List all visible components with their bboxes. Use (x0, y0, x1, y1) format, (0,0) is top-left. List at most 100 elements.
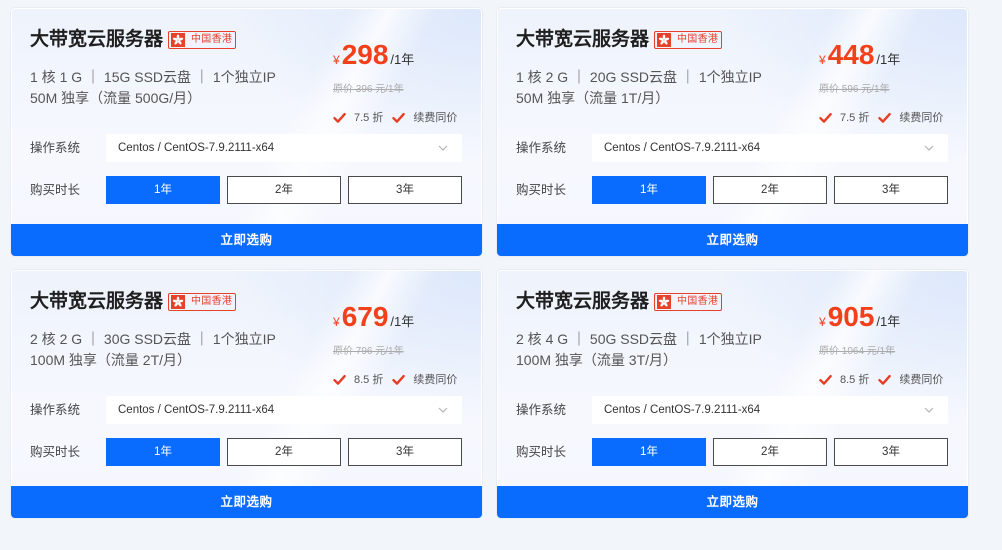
duration-option-2-years[interactable]: 2年 (713, 438, 827, 466)
price-block: ¥ 298 /1年 (333, 39, 414, 71)
duration-option-3-years[interactable]: 3年 (348, 176, 462, 204)
region-label: 中国香港 (191, 296, 233, 307)
duration-option-1-year[interactable]: 1年 (106, 176, 220, 204)
duration-option-1-year[interactable]: 1年 (106, 438, 220, 466)
spec-config: 2 核 4 G ｜ 50G SSD云盘 ｜ 1个独立IP (516, 331, 762, 347)
duration-label: 购买时长 (30, 183, 81, 197)
discount-label: 8.5 折 (840, 374, 870, 386)
check-icon (819, 112, 832, 124)
price-block: ¥ 905 /1年 (819, 301, 900, 333)
chevron-down-icon (924, 145, 934, 151)
chevron-down-icon (438, 145, 448, 151)
price-block: ¥ 448 /1年 (819, 39, 900, 71)
feature-list: 8.5 折 续费同价 (819, 373, 952, 387)
original-price: 原价 796 元/1年 (333, 346, 404, 357)
price-period: /1年 (876, 52, 901, 67)
spec-config: 1 核 2 G ｜ 20G SSD云盘 ｜ 1个独立IP (516, 69, 762, 85)
os-select[interactable]: Centos / CentOS-7.9.2111-x64 (592, 134, 948, 162)
spec-bandwidth: 50M 独享（流量 500G/月） (30, 90, 202, 106)
currency-symbol: ¥ (333, 315, 340, 329)
os-select-value: Centos / CentOS-7.9.2111-x64 (604, 142, 761, 154)
os-label: 操作系统 (30, 141, 81, 155)
currency-symbol: ¥ (819, 53, 826, 67)
region-label: 中国香港 (677, 296, 719, 307)
duration-option-1-year[interactable]: 1年 (592, 176, 706, 204)
duration-option-3-years[interactable]: 3年 (348, 438, 462, 466)
duration-option-1-year[interactable]: 1年 (592, 438, 706, 466)
os-label: 操作系统 (30, 403, 81, 417)
original-price: 原价 596 元/1年 (819, 84, 890, 95)
duration-option-3-years[interactable]: 3年 (834, 176, 948, 204)
renewal-label: 续费同价 (413, 112, 458, 124)
check-icon (878, 374, 892, 386)
plan-title: 大带宽云服务器 (30, 29, 164, 50)
price-period: /1年 (390, 52, 415, 67)
chevron-down-icon (438, 407, 448, 413)
renewal-label: 续费同价 (899, 374, 944, 386)
region-badge: 中国香港 (654, 31, 722, 49)
discount-label: 7.5 折 (840, 112, 870, 124)
region-badge: 中国香港 (168, 31, 236, 49)
price-period: /1年 (876, 314, 901, 329)
os-select-value: Centos / CentOS-7.9.2111-x64 (604, 404, 761, 416)
price-value: 298 (341, 39, 389, 70)
region-label: 中国香港 (677, 34, 719, 45)
hong-kong-flag-icon (657, 295, 671, 309)
region-badge: 中国香港 (168, 293, 236, 311)
duration-label: 购买时长 (30, 445, 81, 459)
check-icon (392, 374, 406, 386)
check-icon (819, 374, 832, 386)
feature-list: 7.5 折 续费同价 (819, 111, 952, 125)
renewal-label: 续费同价 (413, 374, 458, 386)
hong-kong-flag-icon (171, 295, 185, 309)
duration-option-2-years[interactable]: 2年 (227, 176, 341, 204)
spec-config: 2 核 2 G ｜ 30G SSD云盘 ｜ 1个独立IP (30, 331, 276, 347)
buy-now-button[interactable]: 立即选购 (497, 486, 968, 518)
check-icon (333, 374, 346, 386)
duration-option-2-years[interactable]: 2年 (227, 438, 341, 466)
discount-label: 8.5 折 (354, 374, 384, 386)
os-select[interactable]: Centos / CentOS-7.9.2111-x64 (592, 396, 948, 424)
plan-card: 大带宽云服务器 中国香港 2 核 2 G ｜ 30G SSD云盘 ｜ 1个独立I… (11, 270, 482, 518)
currency-symbol: ¥ (333, 53, 340, 67)
os-select-value: Centos / CentOS-7.9.2111-x64 (118, 142, 275, 154)
duration-label: 购买时长 (516, 183, 567, 197)
plan-card: 大带宽云服务器 中国香港 2 核 4 G ｜ 50G SSD云盘 ｜ 1个独立I… (497, 270, 968, 518)
buy-now-button[interactable]: 立即选购 (11, 224, 482, 256)
os-label: 操作系统 (516, 141, 567, 155)
buy-now-button[interactable]: 立即选购 (11, 486, 482, 518)
discount-label: 7.5 折 (354, 112, 384, 124)
original-price: 原价 1064 元/1年 (819, 346, 896, 357)
plan-title: 大带宽云服务器 (516, 29, 650, 50)
spec-config: 1 核 1 G ｜ 15G SSD云盘 ｜ 1个独立IP (30, 69, 276, 85)
hong-kong-flag-icon (657, 33, 671, 47)
price-block: ¥ 679 /1年 (333, 301, 414, 333)
plan-card: 大带宽云服务器 中国香港 1 核 1 G ｜ 15G SSD云盘 ｜ 1个独立I… (11, 8, 482, 256)
spec-bandwidth: 100M 独享（流量 3T/月） (516, 352, 678, 368)
duration-option-2-years[interactable]: 2年 (713, 176, 827, 204)
plan-card: 大带宽云服务器 中国香港 1 核 2 G ｜ 20G SSD云盘 ｜ 1个独立I… (497, 8, 968, 256)
price-value: 448 (827, 39, 875, 70)
price-value: 679 (341, 301, 389, 332)
hong-kong-flag-icon (171, 33, 185, 47)
renewal-label: 续费同价 (899, 112, 944, 124)
os-select[interactable]: Centos / CentOS-7.9.2111-x64 (106, 396, 462, 424)
check-icon (333, 112, 346, 124)
buy-now-button[interactable]: 立即选购 (497, 224, 968, 256)
chevron-down-icon (924, 407, 934, 413)
plan-title: 大带宽云服务器 (30, 291, 164, 312)
duration-label: 购买时长 (516, 445, 567, 459)
os-select-value: Centos / CentOS-7.9.2111-x64 (118, 404, 275, 416)
price-value: 905 (827, 301, 875, 332)
plan-title: 大带宽云服务器 (516, 291, 650, 312)
original-price: 原价 396 元/1年 (333, 84, 404, 95)
duration-option-3-years[interactable]: 3年 (834, 438, 948, 466)
region-badge: 中国香港 (654, 293, 722, 311)
os-select[interactable]: Centos / CentOS-7.9.2111-x64 (106, 134, 462, 162)
price-period: /1年 (390, 314, 415, 329)
currency-symbol: ¥ (819, 315, 826, 329)
spec-bandwidth: 100M 独享（流量 2T/月） (30, 352, 192, 368)
region-label: 中国香港 (191, 34, 233, 45)
os-label: 操作系统 (516, 403, 567, 417)
feature-list: 7.5 折 续费同价 (333, 111, 466, 125)
